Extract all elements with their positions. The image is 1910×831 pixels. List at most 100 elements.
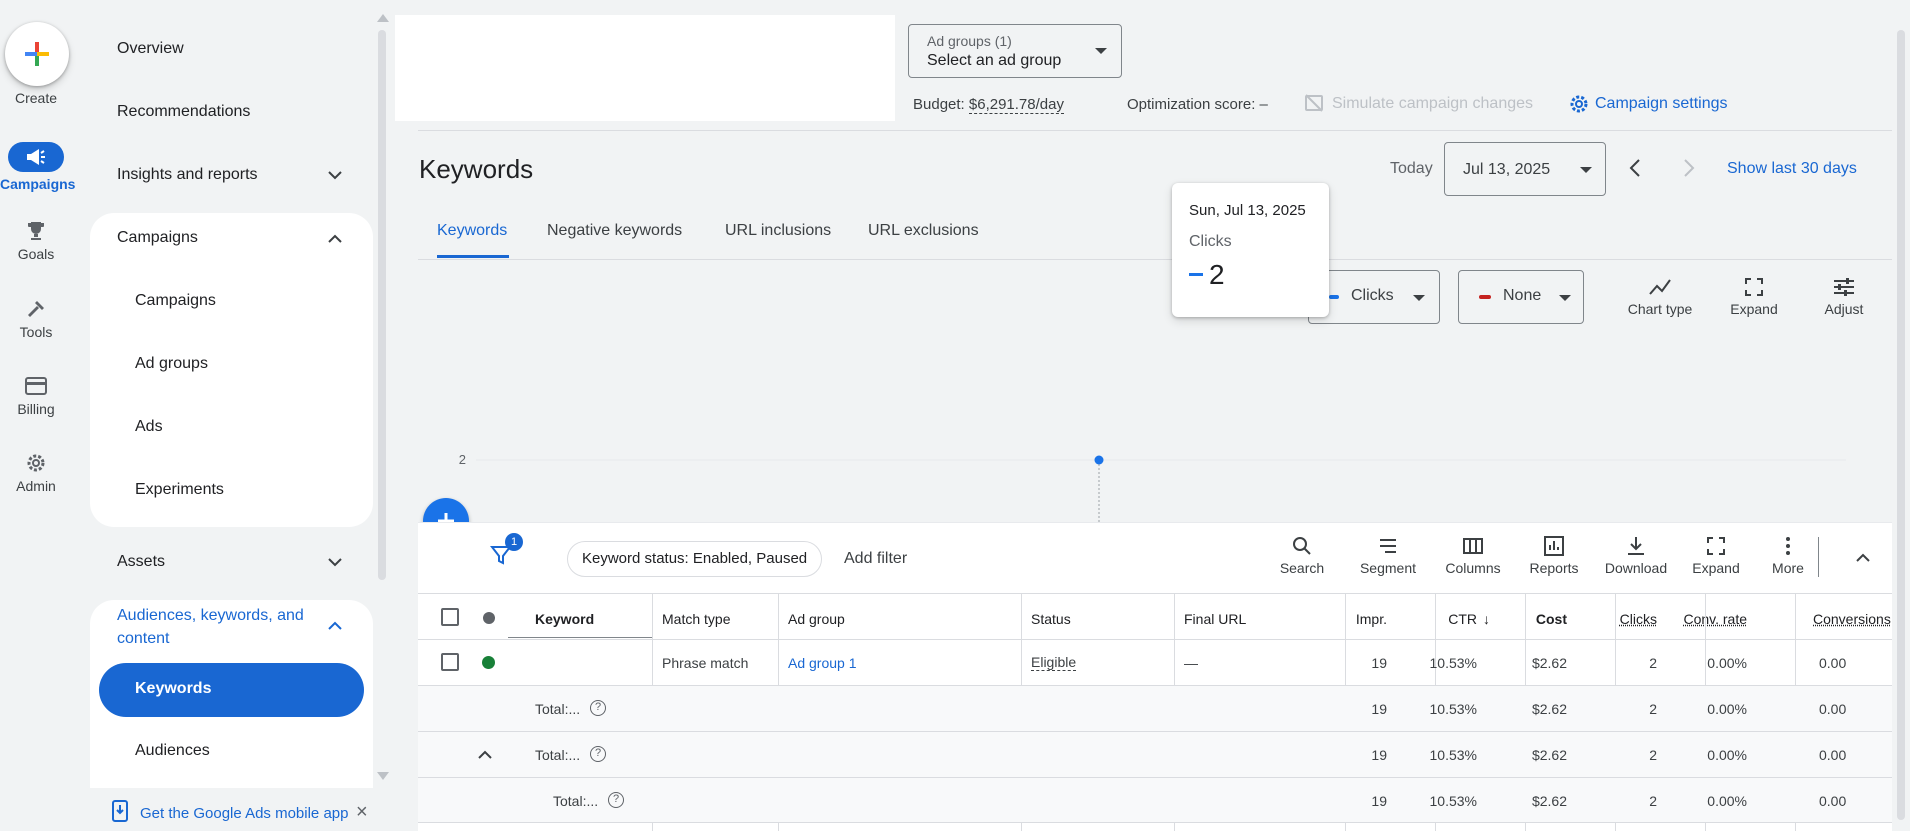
mobile-app-link[interactable]: Get the Google Ads mobile app <box>140 805 348 822</box>
menu-ads[interactable]: Ads <box>135 418 163 436</box>
expand-icon <box>1745 278 1763 296</box>
columns-button[interactable]: Columns <box>1436 535 1510 576</box>
col-ctr[interactable]: CTR <box>1400 611 1477 627</box>
total-cost: $2.62 <box>1531 701 1567 717</box>
plus-icon <box>25 42 49 66</box>
chevron-up-icon[interactable] <box>326 230 344 248</box>
col-impr[interactable]: Impr. <box>1310 611 1387 627</box>
menu-experiments[interactable]: Experiments <box>135 481 224 499</box>
menu-audiences[interactable]: Audiences <box>135 742 210 760</box>
add-filter-button[interactable]: Add filter <box>844 550 907 568</box>
tab-url-inclusions[interactable]: URL inclusions <box>725 222 831 240</box>
total-impr: 19 <box>1371 793 1387 809</box>
search-icon <box>1293 537 1311 555</box>
menu-audiences-group[interactable]: Audiences, keywords, and content <box>117 604 327 650</box>
menu-campaigns[interactable]: Campaigns <box>135 292 216 310</box>
close-icon[interactable]: × <box>356 801 368 824</box>
main-panel: Keywords Today Jul 13, 2025 Show last 30… <box>418 130 1892 831</box>
search-button[interactable]: Search <box>1270 535 1334 576</box>
megaphone-icon <box>27 149 45 165</box>
create-button[interactable] <box>5 22 69 86</box>
rail-goals[interactable]: Goals <box>0 220 72 262</box>
col-status[interactable]: Status <box>1031 611 1071 627</box>
menu-assets[interactable]: Assets <box>117 553 165 571</box>
col-final-url[interactable]: Final URL <box>1184 611 1246 627</box>
tools-icon <box>28 301 44 317</box>
menu-ad-groups[interactable]: Ad groups <box>135 355 208 373</box>
download-icon <box>1628 537 1644 555</box>
more-label: More <box>1772 560 1804 576</box>
columns-icon <box>1463 538 1483 554</box>
budget-value[interactable]: $6,291.78/day <box>968 96 1064 114</box>
col-ad-group[interactable]: Ad group <box>788 611 845 627</box>
campaign-settings-link[interactable]: Campaign settings <box>1595 95 1728 113</box>
total-conv-rate: 0.00% <box>1707 701 1747 717</box>
cell-conversions: 0.00 <box>1819 655 1847 671</box>
campaigns-menu-card: Campaigns Campaigns Ad groups Ads Experi… <box>90 213 373 527</box>
menu-overview[interactable]: Overview <box>117 40 184 58</box>
table-row[interactable]: Phrase match Ad group 1 Eligible — 19 10… <box>418 639 1892 685</box>
simulate-changes-button[interactable]: Simulate campaign changes <box>1332 95 1533 113</box>
chevron-up-icon[interactable] <box>1854 549 1872 567</box>
help-icon[interactable]: ? <box>590 746 606 762</box>
col-conv-rate[interactable]: Conv. rate <box>1670 611 1747 627</box>
tab-negative-keywords[interactable]: Negative keywords <box>547 222 682 240</box>
total-ctr: 10.53% <box>1429 701 1477 717</box>
tab-url-exclusions[interactable]: URL exclusions <box>868 222 979 240</box>
col-cost[interactable]: Cost <box>1490 611 1567 627</box>
chevron-up-icon[interactable] <box>476 746 494 764</box>
rail-tools[interactable]: Tools <box>0 298 72 340</box>
col-keyword[interactable]: Keyword <box>535 611 594 627</box>
page-scrollbar[interactable] <box>1897 30 1905 820</box>
keywords-table: Keyword Match type Ad group Status Final… <box>418 593 1892 831</box>
cell-cost: $2.62 <box>1531 655 1567 671</box>
adgroup-dropdown[interactable]: Ad groups (1) Select an ad group <box>908 24 1122 78</box>
scroll-up-icon[interactable] <box>377 14 389 22</box>
status-enabled-dot[interactable] <box>482 656 495 669</box>
menu-insights[interactable]: Insights and reports <box>117 166 258 184</box>
download-button[interactable]: Download <box>1596 535 1676 576</box>
adgroup-dropdown-value: Select an ad group <box>927 52 1062 69</box>
show-last-30-days-link[interactable]: Show last 30 days <box>1727 160 1857 178</box>
select-all-checkbox[interactable] <box>441 608 459 626</box>
segment-label: Segment <box>1359 560 1417 576</box>
adgroup-dropdown-label: Ad groups (1) <box>927 33 1012 49</box>
help-icon[interactable]: ? <box>590 700 606 716</box>
segment-button[interactable]: Segment <box>1348 535 1428 576</box>
filter-chip[interactable]: Keyword status: Enabled, Paused <box>567 541 823 577</box>
chevron-left-icon[interactable] <box>1628 158 1642 178</box>
tab-keywords[interactable]: Keywords <box>437 222 507 240</box>
menu-keywords-active[interactable]: Keywords <box>99 663 364 717</box>
rail-billing[interactable]: Billing <box>0 375 72 417</box>
cell-status[interactable]: Eligible <box>1031 654 1077 671</box>
optimization-score[interactable]: Optimization score: – <box>1127 96 1268 113</box>
reports-icon <box>1544 536 1564 556</box>
col-match-type[interactable]: Match type <box>662 611 730 627</box>
chevron-down-icon[interactable] <box>326 553 344 571</box>
reports-button[interactable]: Reports <box>1518 535 1590 576</box>
mobile-app-banner[interactable]: Get the Google Ads mobile app × <box>90 788 390 831</box>
help-icon[interactable]: ? <box>608 792 624 808</box>
table-expand-button[interactable]: Expand <box>1684 535 1748 576</box>
menu-campaigns-group[interactable]: Campaigns <box>117 229 198 247</box>
tooltip-date: Sun, Jul 13, 2025 <box>1189 202 1306 219</box>
columns-label: Columns <box>1445 560 1501 576</box>
chevron-up-icon[interactable] <box>326 617 344 635</box>
menu-recommendations[interactable]: Recommendations <box>117 103 250 121</box>
menu-scrollbar[interactable] <box>378 30 386 580</box>
row-checkbox[interactable] <box>441 653 459 671</box>
col-conversions[interactable]: Conversions <box>1813 611 1892 627</box>
col-clicks[interactable]: Clicks <box>1580 611 1657 627</box>
date-range-picker[interactable]: Jul 13, 2025 <box>1444 142 1606 196</box>
today-label: Today <box>1390 160 1433 177</box>
dropdown-caret-icon <box>1095 48 1107 54</box>
rail-admin[interactable]: Admin <box>0 452 72 494</box>
scroll-down-icon[interactable] <box>377 772 389 780</box>
more-button[interactable]: More <box>1758 535 1818 576</box>
rail-campaigns[interactable]: Campaigns <box>0 142 75 192</box>
cell-final-url: — <box>1184 655 1198 671</box>
cell-ad-group-link[interactable]: Ad group 1 <box>788 655 857 671</box>
campaign-selector-blank[interactable] <box>395 15 895 121</box>
chevron-down-icon[interactable] <box>326 166 344 184</box>
chevron-right-icon[interactable] <box>1682 158 1696 178</box>
